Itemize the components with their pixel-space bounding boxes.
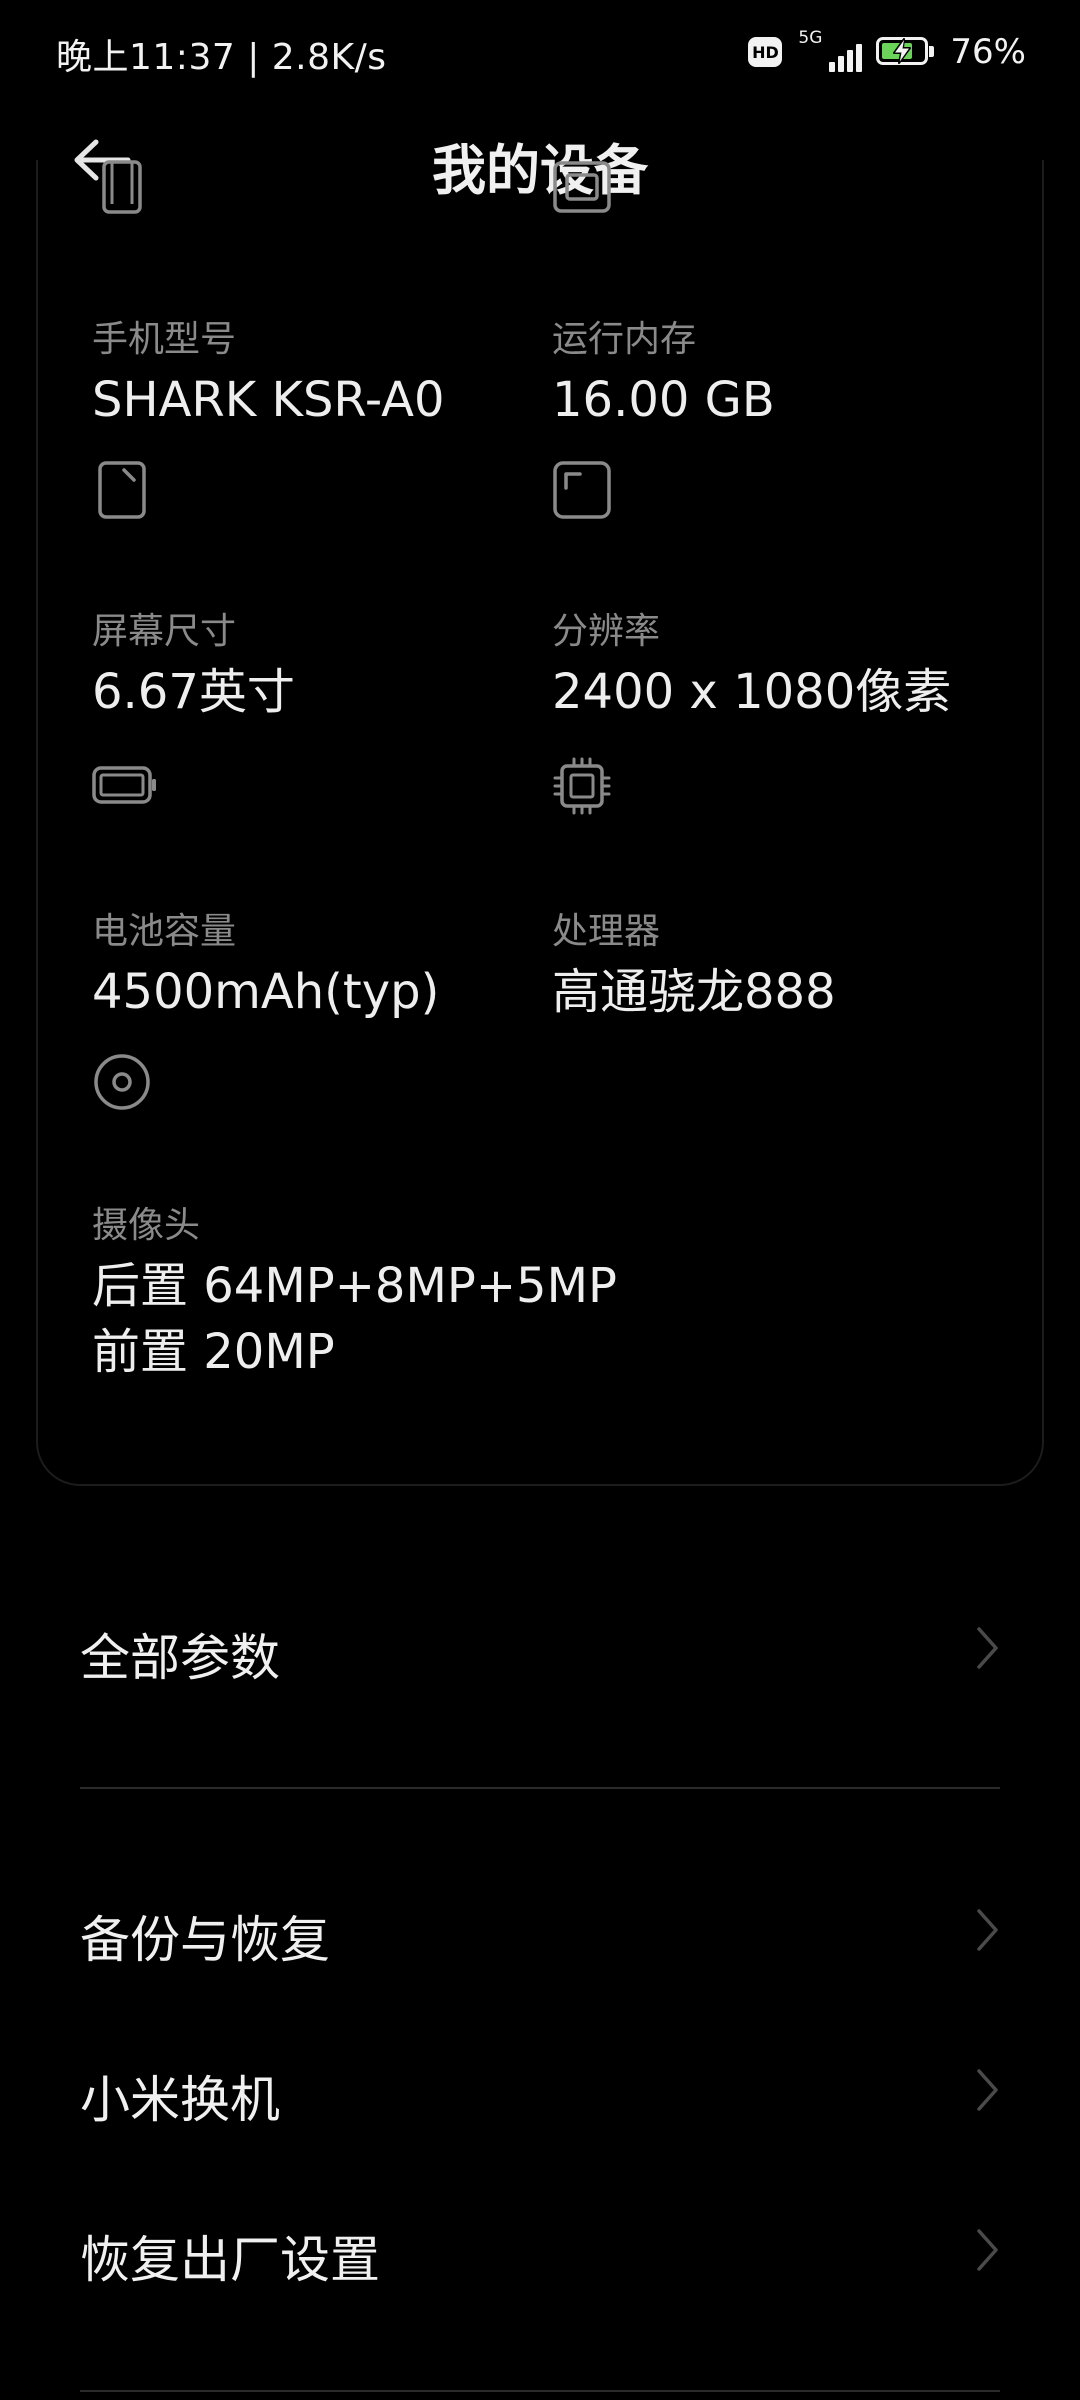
spec-label: 手机型号 <box>92 319 237 360</box>
camera-icon <box>94 1054 150 1110</box>
network-type-label: 5G <box>798 28 823 48</box>
spec-value: 6.67英寸 <box>92 664 295 720</box>
memory-icon <box>553 161 611 213</box>
spec-resolution: 分辨率 2400 x 1080像素 <box>552 460 1012 720</box>
row-label: 备份与恢复 <box>80 1911 330 1969</box>
spec-value: 高通骁龙888 <box>552 964 836 1020</box>
spec-value: 4500mAh(typ) <box>92 964 440 1020</box>
battery-percent: 76% <box>950 32 1026 72</box>
spec-value: 16.00 GB <box>552 372 775 428</box>
battery-status-icon <box>876 37 936 67</box>
section-divider <box>80 1787 1000 1789</box>
spec-label: 电池容量 <box>92 911 237 952</box>
status-indicators: HD 5G 76% <box>748 28 1026 76</box>
chevron-right-icon <box>977 2069 998 2111</box>
processor-icon <box>553 757 611 815</box>
spec-memory: 运行内存 16.00 GB <box>552 160 1012 428</box>
chevron-right-icon <box>977 2229 998 2271</box>
resolution-icon <box>553 461 611 519</box>
row-label: 恢复出厂设置 <box>80 2231 380 2289</box>
signal-icon: 5G <box>796 28 863 74</box>
spec-value-rear: 后置 64MP+8MP+5MP <box>92 1258 617 1314</box>
spec-value: SHARK KSR-A0 <box>92 372 445 428</box>
mi-mover-row[interactable]: 小米换机 <box>0 2020 1080 2160</box>
spec-label: 处理器 <box>552 911 661 952</box>
spec-camera: 摄像头 后置 64MP+8MP+5MP 前置 20MP <box>92 1052 992 1392</box>
spec-value: 2400 x 1080像素 <box>552 664 952 720</box>
chevron-right-icon <box>977 1627 998 1669</box>
spec-label: 屏幕尺寸 <box>92 611 237 652</box>
row-label: 全部参数 <box>80 1629 280 1687</box>
all-params-row[interactable]: 全部参数 <box>0 1578 1080 1718</box>
spec-value-front: 前置 20MP <box>92 1324 335 1380</box>
spec-battery: 电池容量 4500mAh(typ) <box>92 756 532 1020</box>
backup-restore-row[interactable]: 备份与恢复 <box>0 1860 1080 2000</box>
factory-reset-row[interactable]: 恢复出厂设置 <box>0 2180 1080 2320</box>
screen-size-icon <box>98 461 146 519</box>
battery-icon <box>92 766 156 804</box>
spec-phone-model: 手机型号 SHARK KSR-A0 <box>92 160 532 428</box>
row-label: 小米换机 <box>80 2071 280 2129</box>
status-bar: 晚上11:37 | 2.8K/s HD 5G 76% <box>0 0 1080 100</box>
spec-processor: 处理器 高通骁龙888 <box>552 756 1012 1020</box>
chevron-right-icon <box>977 1909 998 1951</box>
charging-bolt-icon <box>893 38 912 64</box>
bottom-divider <box>80 2390 1000 2392</box>
spec-label: 运行内存 <box>552 319 697 360</box>
status-time-speed: 晚上11:37 | 2.8K/s <box>56 37 387 78</box>
phone-icon <box>102 160 142 214</box>
device-spec-card: 手机型号 SHARK KSR-A0 运行内存 16.00 GB 屏幕尺寸 6.6… <box>36 160 1044 1486</box>
hd-icon: HD <box>748 37 783 67</box>
spec-label: 摄像头 <box>92 1205 201 1246</box>
spec-label: 分辨率 <box>552 611 661 652</box>
spec-screen-size: 屏幕尺寸 6.67英寸 <box>92 460 532 720</box>
